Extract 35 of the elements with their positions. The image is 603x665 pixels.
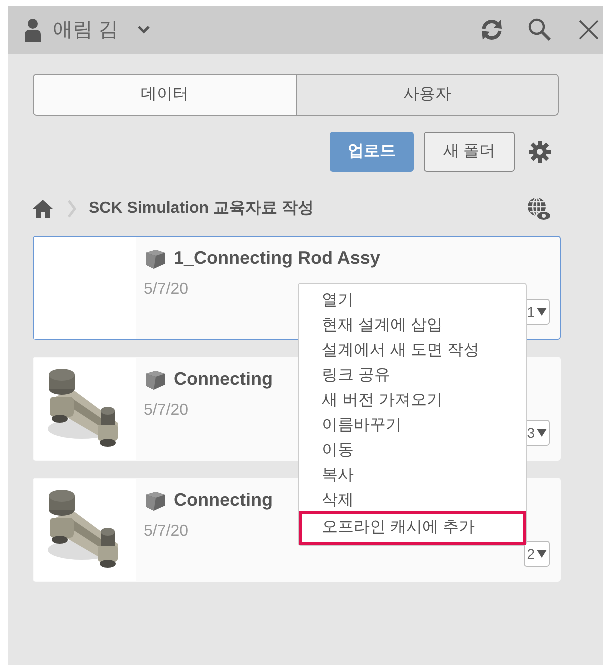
menu-item[interactable]: 링크 공유 (299, 361, 526, 386)
settings-icon[interactable] (529, 141, 551, 163)
file-date: 5/7/20 (144, 280, 188, 300)
menu-item[interactable]: 삭제 (299, 486, 526, 511)
search-icon[interactable] (528, 18, 552, 42)
file-name[interactable]: Connecting (174, 487, 273, 514)
file-name[interactable]: 1_Connecting Rod Assy (174, 245, 380, 272)
user-icon (25, 18, 41, 42)
file-name[interactable]: Connecting (174, 366, 273, 393)
cube-icon (144, 490, 166, 512)
chevron-right-icon (67, 200, 77, 218)
file-date: 5/7/20 (144, 522, 188, 542)
caret-icon (537, 550, 547, 558)
refresh-icon[interactable] (480, 19, 504, 41)
menu-item[interactable]: 오프라인 캐시에 추가 (299, 511, 526, 545)
close-icon[interactable] (578, 19, 600, 41)
cube-icon (144, 368, 166, 390)
breadcrumb-folder[interactable]: SCK Simulation 교육자료 작성 (89, 197, 314, 221)
menu-item[interactable]: 이동 (299, 436, 526, 461)
menu-item[interactable]: 열기 (299, 286, 526, 311)
tab[interactable]: 사용자 (296, 75, 558, 115)
menu-item[interactable]: 현재 설계에 삽입 (299, 311, 526, 336)
tab[interactable]: 데이터 (34, 75, 296, 115)
user-name[interactable]: 애림 김 (53, 15, 119, 45)
version-dropdown[interactable]: 2 (524, 541, 550, 567)
new-folder-button[interactable]: 새 폴더 (424, 132, 515, 172)
file-date: 5/7/20 (144, 401, 188, 421)
cube-icon (144, 248, 166, 270)
globe-eye-icon[interactable] (527, 197, 551, 221)
menu-item[interactable]: 이름바꾸기 (299, 411, 526, 436)
chevron-down-icon[interactable] (136, 25, 151, 35)
home-icon[interactable] (33, 200, 53, 218)
caret-icon (537, 429, 547, 437)
caret-icon (537, 308, 547, 316)
menu-item[interactable]: 새 버전 가져오기 (299, 386, 526, 411)
